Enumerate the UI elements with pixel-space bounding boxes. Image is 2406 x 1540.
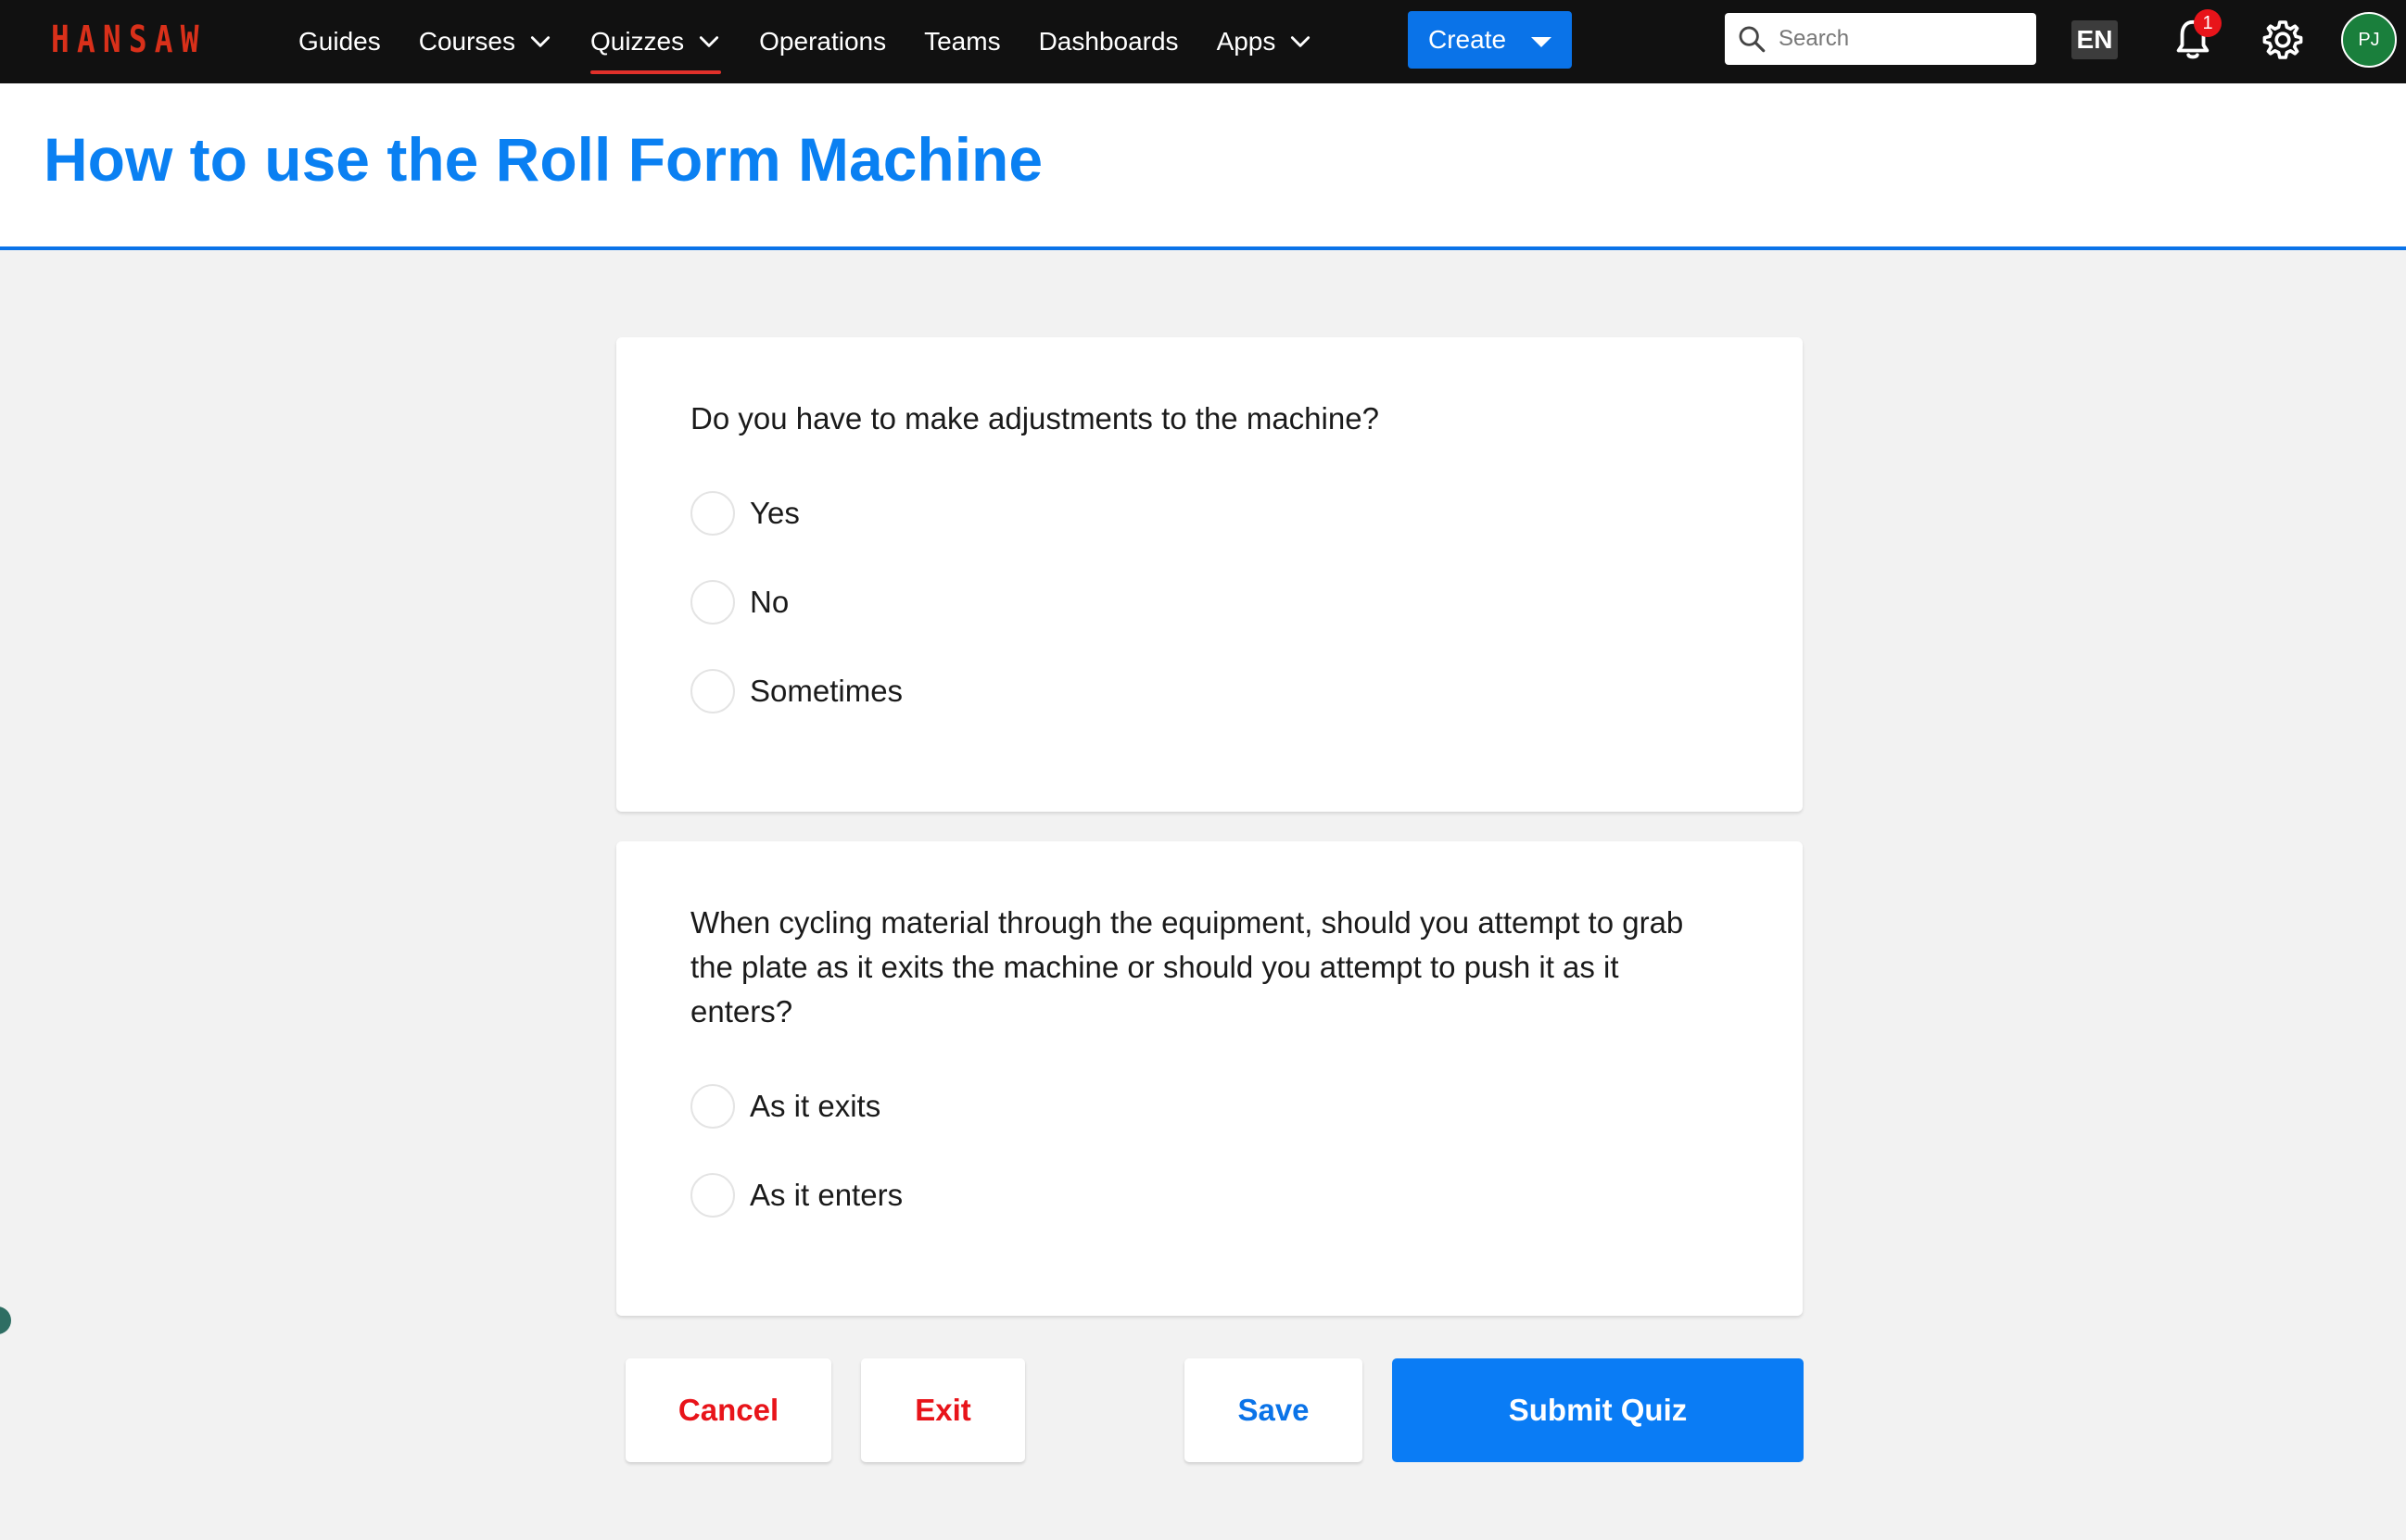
main-nav: Guides Courses Quizzes Operations Teams … [298, 0, 1350, 83]
nav-item-label: Guides [298, 27, 381, 56]
top-navigation-bar: HANSAW Guides Courses Quizzes Operations… [0, 0, 2406, 83]
answer-option-label: As it enters [750, 1178, 904, 1212]
nav-item-guides[interactable]: Guides [298, 0, 381, 83]
answer-option-label: No [750, 585, 790, 619]
search-box[interactable] [1725, 13, 2036, 65]
chevron-down-icon [1291, 36, 1311, 47]
notification-badge: 1 [2194, 9, 2222, 37]
answer-option-as-it-enters[interactable]: As it enters [690, 1173, 903, 1218]
search-icon [1739, 26, 1766, 53]
corner-decoration [0, 1306, 11, 1334]
radio-button[interactable] [690, 491, 735, 536]
answer-option-label: Yes [750, 496, 800, 530]
nav-item-operations[interactable]: Operations [759, 0, 886, 83]
page-header: How to use the Roll Form Machine [0, 83, 2406, 250]
search-input[interactable] [1779, 26, 2020, 52]
gear-icon[interactable] [2260, 18, 2305, 62]
nav-item-dashboards[interactable]: Dashboards [1039, 0, 1179, 83]
nav-item-courses[interactable]: Courses [419, 0, 552, 83]
radio-button[interactable] [690, 669, 735, 713]
caret-down-icon [1531, 37, 1551, 47]
nav-item-label: Apps [1216, 27, 1276, 56]
radio-button[interactable] [690, 580, 735, 625]
nav-item-label: Quizzes [589, 27, 685, 56]
question-card: When cycling material through the equipm… [616, 841, 1803, 1316]
question-text: Do you have to make adjustments to the m… [690, 401, 1379, 435]
cancel-button[interactable]: Cancel [626, 1358, 831, 1462]
nav-item-label: Courses [418, 27, 515, 56]
create-button[interactable]: Create [1408, 11, 1572, 69]
answer-option-sometimes[interactable]: Sometimes [690, 669, 903, 713]
language-selector[interactable]: EN [2071, 20, 2118, 59]
chevron-down-icon [700, 36, 719, 47]
submit-quiz-button[interactable]: Submit Quiz [1392, 1358, 1804, 1462]
hansaw-logo[interactable]: HANSAW [51, 19, 207, 61]
answer-option-no[interactable]: No [690, 580, 789, 625]
question-text: When cycling material through the equipm… [690, 905, 1684, 1029]
nav-item-teams[interactable]: Teams [924, 0, 1000, 83]
user-avatar[interactable]: PJ [2341, 12, 2397, 68]
nav-item-quizzes[interactable]: Quizzes [589, 0, 722, 83]
answer-option-yes[interactable]: Yes [690, 491, 800, 536]
nav-item-apps[interactable]: Apps [1217, 0, 1313, 83]
answer-option-label: Sometimes [750, 674, 904, 708]
question-card: Do you have to make adjustments to the m… [616, 337, 1803, 812]
nav-item-label: Dashboards [1038, 27, 1179, 56]
page-title: How to use the Roll Form Machine [44, 125, 1044, 194]
answer-option-as-it-exits[interactable]: As it exits [690, 1084, 880, 1129]
create-button-label: Create [1428, 25, 1507, 54]
nav-item-label: Teams [924, 27, 1001, 56]
radio-button[interactable] [690, 1084, 735, 1129]
exit-button[interactable]: Exit [861, 1358, 1025, 1462]
nav-item-label: Operations [759, 27, 887, 56]
save-button[interactable]: Save [1184, 1358, 1362, 1462]
radio-button[interactable] [690, 1173, 735, 1218]
chevron-down-icon [530, 36, 551, 47]
answer-option-label: As it exits [750, 1089, 881, 1123]
